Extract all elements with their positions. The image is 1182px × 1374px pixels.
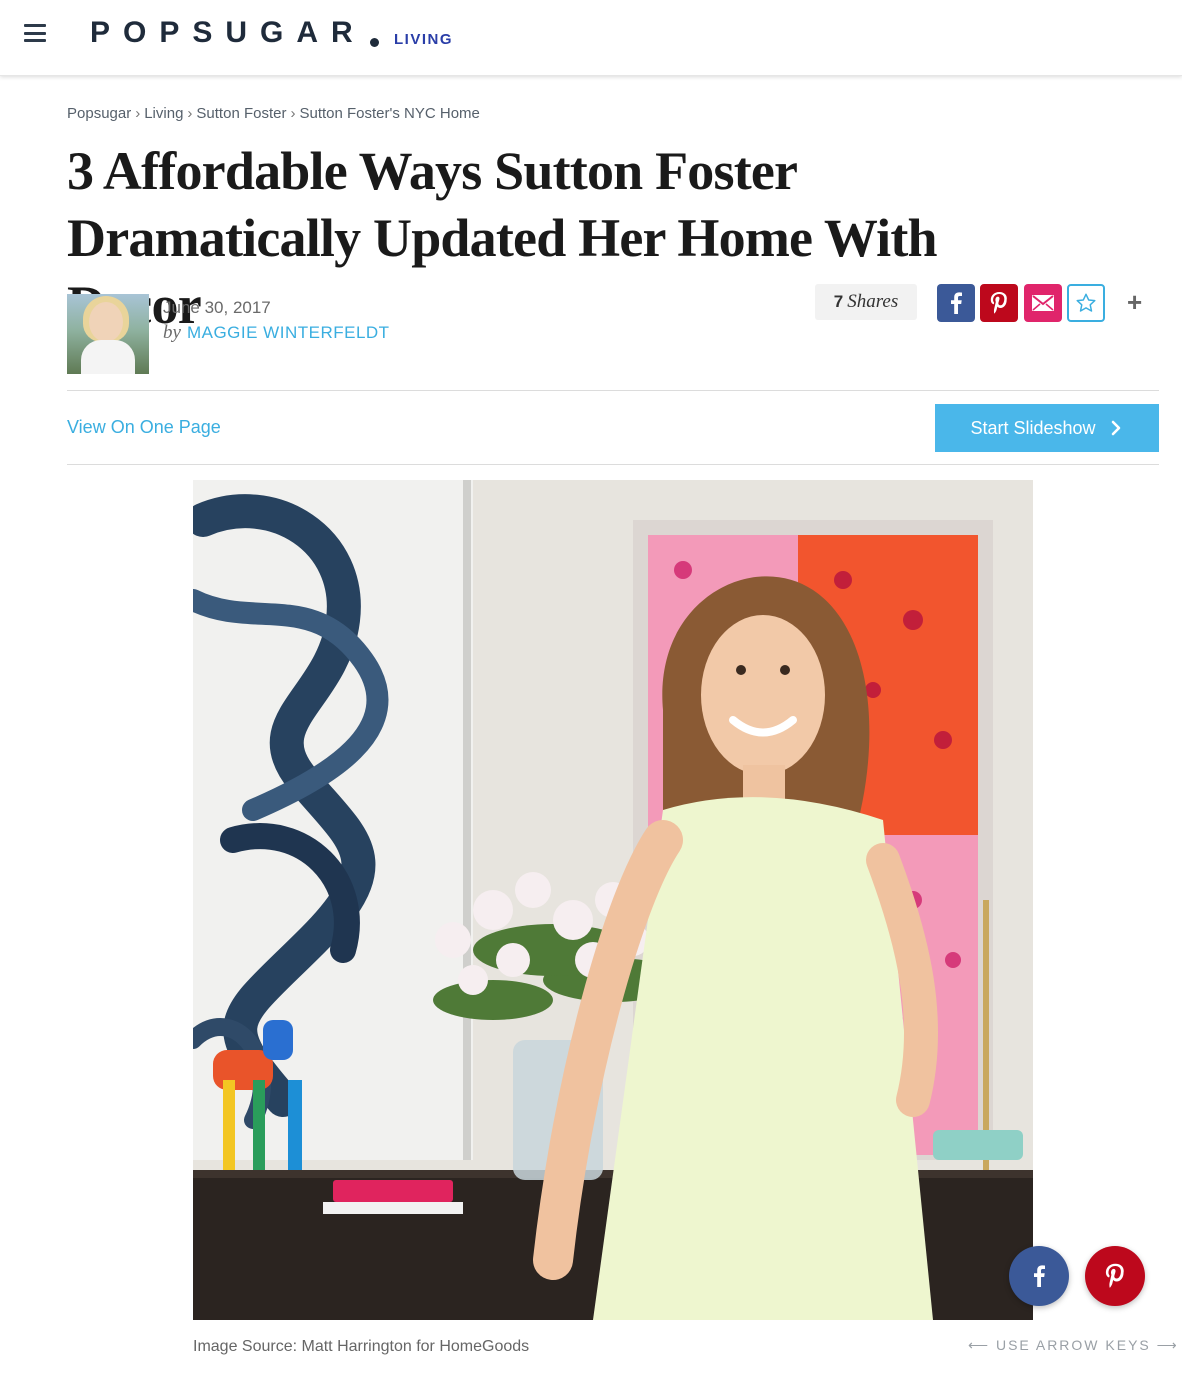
share-count-number: 7 — [833, 292, 844, 311]
breadcrumb-separator: › — [290, 105, 296, 122]
site-header: POPSUGAR LIVING — [0, 0, 1182, 76]
breadcrumb-nyc-home[interactable]: Sutton Foster's NYC Home — [299, 105, 479, 122]
share-count-label: Shares — [847, 291, 899, 312]
arrow-keys-hint: ⟵ USE ARROW KEYS ⟶ — [968, 1337, 1179, 1353]
breadcrumb-separator: › — [135, 105, 141, 122]
floating-pinterest-button[interactable] — [1085, 1246, 1145, 1306]
site-logo[interactable]: POPSUGAR — [90, 16, 366, 50]
chevron-right-icon — [1111, 420, 1120, 436]
pinterest-share-button[interactable] — [980, 284, 1018, 322]
author-avatar[interactable] — [67, 294, 149, 374]
author-link[interactable]: MAGGIE WINTERFELDT — [187, 323, 390, 342]
divider — [67, 390, 1159, 391]
email-share-button[interactable] — [1024, 284, 1062, 322]
start-slideshow-button[interactable]: Start Slideshow — [935, 404, 1159, 452]
star-icon — [1076, 293, 1096, 312]
breadcrumb-popsugar[interactable]: Popsugar — [67, 105, 131, 122]
facebook-share-button[interactable] — [937, 284, 975, 322]
more-share-button[interactable]: + — [1127, 287, 1142, 318]
facebook-icon — [1034, 1265, 1045, 1287]
share-count: 7 Shares — [815, 284, 917, 320]
start-slideshow-label: Start Slideshow — [970, 417, 1096, 438]
by-label: by — [163, 322, 181, 343]
photo-illustration — [193, 480, 1033, 1320]
floating-facebook-button[interactable] — [1009, 1246, 1069, 1306]
breadcrumb: Popsugar › Living › Sutton Foster › Sutton Fos… — [67, 105, 480, 122]
menu-icon[interactable] — [24, 24, 46, 44]
publish-date: June 30, 2017 — [163, 298, 271, 317]
email-icon — [1032, 295, 1054, 311]
pinterest-icon — [990, 292, 1007, 314]
breadcrumb-separator: › — [187, 105, 193, 122]
breadcrumb-sutton-foster[interactable]: Sutton Foster — [196, 105, 286, 122]
favorite-button[interactable] — [1067, 284, 1105, 322]
breadcrumb-living[interactable]: Living — [144, 105, 183, 122]
view-on-one-page-link[interactable]: View On One Page — [67, 417, 221, 438]
article-photo — [193, 480, 1033, 1320]
facebook-icon — [951, 292, 962, 314]
divider — [67, 464, 1159, 465]
image-caption: Image Source: Matt Harrington for HomeGo… — [193, 1338, 530, 1355]
section-label[interactable]: LIVING — [394, 31, 453, 48]
logo-dot — [370, 38, 379, 47]
byline: by MAGGIE WINTERFELDT — [163, 322, 390, 344]
pinterest-icon — [1105, 1263, 1124, 1288]
